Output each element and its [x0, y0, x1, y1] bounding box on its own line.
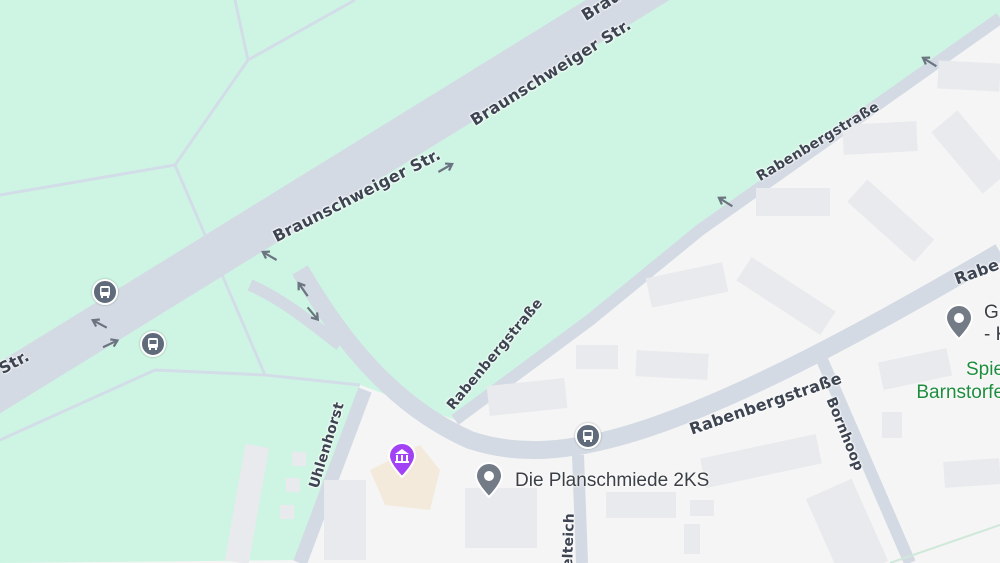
- poi-label-planschmiede[interactable]: Die Planschmiede 2KS: [515, 470, 709, 492]
- poi-label-line: Gu: [984, 302, 1000, 323]
- poi-label-top-right[interactable]: Gu - K: [984, 302, 1000, 346]
- map-canvas[interactable]: Braunschweiger Str. Braunschweiger Str. …: [0, 0, 1000, 563]
- road-label-elteich: elteich: [560, 512, 578, 563]
- poi-label-line: Spie: [966, 359, 1000, 380]
- place-pin-icon[interactable]: [474, 462, 504, 498]
- poi-label-line: - K: [984, 324, 1000, 345]
- bus-icon[interactable]: [140, 331, 166, 357]
- place-pin-icon[interactable]: [944, 304, 974, 340]
- bus-icon[interactable]: [92, 279, 118, 305]
- museum-icon[interactable]: [387, 442, 417, 478]
- bus-icon[interactable]: [575, 423, 601, 449]
- poi-label-line: Barnstorfe: [916, 382, 1000, 403]
- poi-label-green[interactable]: Spie Barnstorfe: [902, 358, 1000, 404]
